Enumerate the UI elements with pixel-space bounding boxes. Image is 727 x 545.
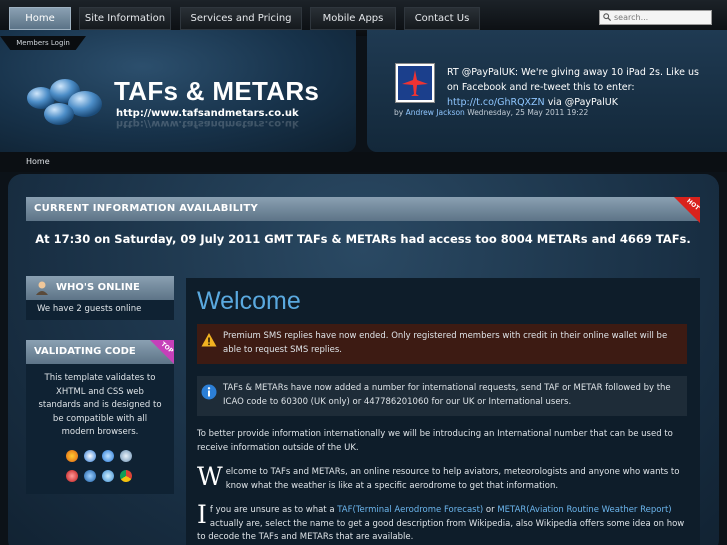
info-icon — [201, 384, 217, 400]
ie-icon — [84, 450, 96, 462]
top-badge-icon: TOP — [150, 340, 174, 364]
definitions-text-b: or — [483, 505, 498, 515]
welcome-paragraph-text: elcome to TAFs and METARs, an online res… — [225, 467, 680, 491]
opera-icon — [66, 470, 78, 482]
flock-icon — [102, 470, 114, 482]
info-availability-title: CURRENT INFORMATION AVAILABILITY — [34, 203, 259, 214]
warning-notice-text: Premium SMS replies have now ended. Only… — [223, 331, 668, 355]
intro-paragraph: To better provide information internatio… — [197, 429, 673, 453]
definitions-paragraph: If you are unsure as to what a TAF(Termi… — [197, 500, 687, 545]
ie-alt-icon — [102, 450, 114, 462]
breadcrumb-bar — [0, 152, 727, 172]
taf-wikipedia-link[interactable]: TAF(Terminal Aerodrome Forecast) — [337, 505, 483, 515]
welcome-paragraph: Welcome to TAFs and METARs, an online re… — [197, 462, 687, 493]
tweet-date: Wednesday, 25 May 2011 19:22 — [467, 108, 589, 117]
info-notice: TAFs & METARs have now added a number fo… — [197, 376, 687, 416]
chrome-icon — [120, 470, 132, 482]
plane-avatar-icon — [398, 66, 432, 100]
availability-headline: At 17:30 on Saturday, 09 July 2011 GMT T… — [35, 232, 691, 246]
safari-icon — [120, 450, 132, 462]
netscape-icon — [84, 470, 96, 482]
search-placeholder: search... — [614, 13, 649, 22]
whos-online-text: We have 2 guests online — [37, 304, 142, 314]
warning-notice: Premium SMS replies have now ended. Only… — [197, 324, 687, 364]
nav-site-information[interactable]: Site Information — [79, 7, 171, 30]
members-login-tab[interactable]: Members Login — [0, 36, 86, 50]
user-icon — [36, 281, 48, 295]
dropcap: W — [197, 462, 223, 491]
firefox-icon — [66, 450, 78, 462]
site-logo-url-reflection: http://www.tafsandmetars.co.uk — [116, 118, 299, 129]
whos-online-body: We have 2 guests online — [26, 300, 174, 320]
tweet-body: RT @PayPalUK: We're giving away 10 iPad … — [447, 67, 699, 93]
hot-badge-icon: HOT — [674, 197, 700, 223]
nav-services-pricing[interactable]: Services and Pricing — [180, 7, 302, 30]
tweet-meta: by Andrew Jackson Wednesday, 25 May 2011… — [394, 108, 588, 117]
search-input[interactable]: search... — [599, 10, 712, 25]
breadcrumb[interactable]: Home — [26, 157, 50, 166]
whos-online-header: WHO'S ONLINE — [26, 276, 174, 300]
info-notice-text: TAFs & METARs have now added a number fo… — [223, 383, 671, 407]
tweet-by: by — [394, 108, 404, 117]
twitter-avatar[interactable] — [395, 63, 435, 103]
definitions-text-a: f you are unsure as to what a — [209, 505, 338, 515]
nav-home[interactable]: Home — [9, 7, 71, 30]
validating-code-title: VALIDATING CODE — [34, 346, 136, 357]
warning-icon — [201, 333, 217, 347]
site-logo-title[interactable]: TAFs & METARs — [114, 76, 319, 107]
globe-logo-icon — [27, 79, 102, 125]
validating-code-body: This template validates to XHTML and CSS… — [26, 364, 174, 494]
whos-online-title: WHO'S ONLINE — [56, 282, 140, 293]
tweet-link[interactable]: http://t.co/GhRQXZN — [447, 97, 545, 108]
dropcap: I — [197, 500, 207, 529]
tweet-body-end: via @PayPalUK — [544, 97, 618, 108]
tweet-text: RT @PayPalUK: We're giving away 10 iPad … — [447, 65, 709, 110]
definitions-text-c: actually are, select the name to get a g… — [197, 518, 685, 543]
search-icon — [603, 13, 611, 21]
page-title: Welcome — [197, 287, 301, 315]
nav-mobile-apps[interactable]: Mobile Apps — [310, 7, 396, 30]
validating-code-text: This template validates to XHTML and CSS… — [38, 373, 162, 437]
metar-wikipedia-link[interactable]: METAR(Aviation Routine Weather Report) — [497, 505, 671, 515]
nav-contact-us[interactable]: Contact Us — [404, 7, 480, 30]
tweet-author[interactable]: Andrew Jackson — [406, 108, 465, 117]
